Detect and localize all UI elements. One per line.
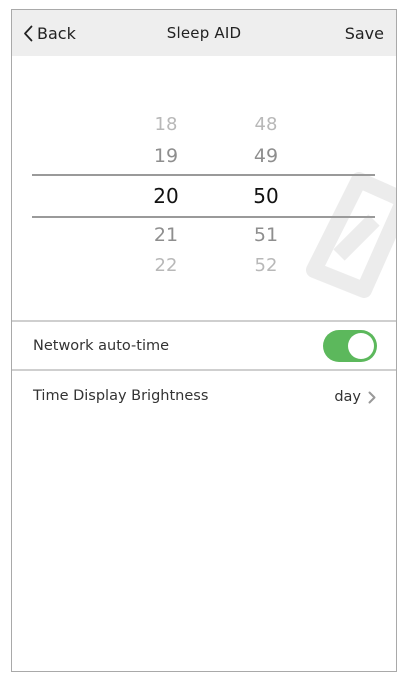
selection-line-bottom	[32, 216, 375, 218]
page-title: Sleep AID	[166, 24, 242, 42]
hour-wheel[interactable]: 18 19 20 21 22	[136, 56, 196, 320]
app-screen: Back Sleep AID Save 18 19 20 21 22 48 49…	[11, 9, 397, 672]
chevron-right-icon	[368, 391, 376, 403]
brightness-row[interactable]: Time Display Brightness day	[12, 372, 396, 420]
hour-option[interactable]: 18	[136, 114, 196, 135]
selection-line-top	[32, 174, 375, 176]
header-bar: Back Sleep AID Save	[12, 10, 396, 56]
minute-selected[interactable]: 50	[236, 184, 296, 208]
hour-option[interactable]: 19	[136, 145, 196, 167]
network-auto-time-toggle[interactable]	[323, 330, 377, 362]
hour-option[interactable]: 22	[136, 255, 196, 276]
save-button[interactable]: Save	[345, 10, 384, 56]
minute-option[interactable]: 49	[236, 145, 296, 167]
brightness-label: Time Display Brightness	[33, 388, 209, 404]
hour-selected[interactable]: 20	[136, 184, 196, 208]
toggle-knob	[348, 333, 374, 359]
brightness-value-group[interactable]: day	[334, 372, 376, 422]
minute-option[interactable]: 51	[236, 224, 296, 246]
minute-wheel[interactable]: 48 49 50 51 52	[236, 56, 296, 320]
divider	[12, 369, 396, 371]
time-picker[interactable]: 18 19 20 21 22 48 49 50 51 52	[12, 56, 396, 320]
hour-option[interactable]: 21	[136, 224, 196, 246]
brightness-value: day	[334, 389, 361, 405]
network-auto-time-label: Network auto-time	[33, 338, 170, 354]
network-auto-time-row: Network auto-time	[12, 322, 396, 370]
minute-option[interactable]: 52	[236, 255, 296, 276]
minute-option[interactable]: 48	[236, 114, 296, 135]
